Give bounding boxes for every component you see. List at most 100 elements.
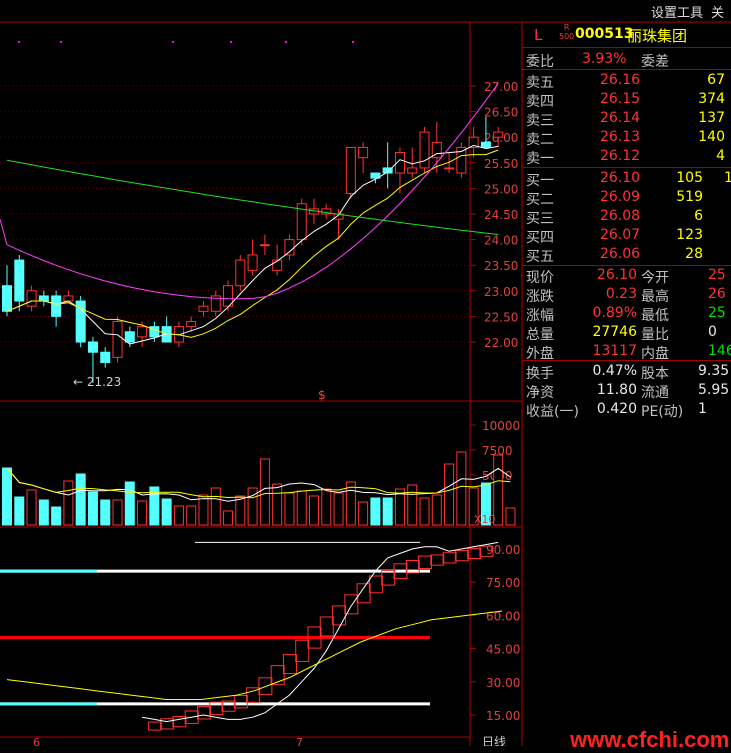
volume-bar <box>51 506 62 526</box>
stat-value: 27746 <box>592 324 637 340</box>
fund-label: 收益(一) <box>526 404 579 420</box>
month-7-label: 7 <box>296 736 303 746</box>
volume-bar <box>14 496 25 526</box>
ask-row[interactable]: 卖四 26.15 374 <box>522 90 731 110</box>
candle-body <box>284 239 295 256</box>
volume-bar <box>345 481 356 526</box>
volume-bar <box>161 498 172 526</box>
stock-code[interactable]: 000513 <box>575 26 633 42</box>
volume-bar <box>198 494 209 526</box>
bid-label: 买一 <box>526 173 554 189</box>
ask-volume: 67 <box>707 72 725 88</box>
candle-body <box>2 285 12 312</box>
indicator-axis-label: 30.00 <box>486 676 520 690</box>
volume-bar <box>87 491 98 526</box>
price-axis-label: 26.50 <box>484 106 518 120</box>
candle-body <box>259 244 270 247</box>
price-axis-label: 22.00 <box>484 336 518 350</box>
indicator-box <box>147 721 162 731</box>
candle-body <box>112 321 123 358</box>
volume-bar <box>100 499 111 526</box>
candle-body <box>100 351 111 363</box>
bid-price: 26.07 <box>600 227 641 243</box>
ask-price: 26.16 <box>600 72 641 88</box>
fund-value-2: 9.35 <box>698 363 730 379</box>
bid-volume: 28 <box>685 246 703 262</box>
period-dot <box>230 41 232 43</box>
ask-volume: 140 <box>698 129 725 145</box>
ask-row[interactable]: 卖五 26.16 67 <box>522 71 731 91</box>
ask-price: 26.12 <box>600 148 641 164</box>
price-axis-label: 23.00 <box>484 285 518 299</box>
bid-row[interactable]: 买二 26.09 519 <box>522 188 731 208</box>
indicator-box <box>430 554 445 566</box>
candle-body <box>419 131 430 169</box>
stat-value: 0.89% <box>592 305 637 321</box>
bid-price: 26.09 <box>600 189 641 205</box>
volume-bar <box>259 458 270 526</box>
settings-tools-menu[interactable]: 设置工具 <box>651 6 703 21</box>
bid-price: 26.06 <box>600 246 641 262</box>
bid-price: 26.08 <box>600 208 641 224</box>
indicator-axis-label: 45.00 <box>486 643 520 657</box>
volume-axis-label: 10000 <box>482 419 520 433</box>
candle-body <box>186 321 197 328</box>
volume-bar <box>419 497 430 526</box>
indicator-axis-label: 90.00 <box>486 543 520 557</box>
price-axis-label: 24.00 <box>484 234 518 248</box>
candle-body <box>358 146 369 159</box>
weibi-label: 委比 <box>526 54 554 70</box>
price-axis-label: 23.50 <box>484 259 518 273</box>
fund-label-2: 流通 <box>641 385 669 401</box>
stat-value-2: 25 <box>708 267 726 283</box>
ask-row[interactable]: 卖一 26.12 4 <box>522 147 731 167</box>
volume-bar <box>309 495 319 526</box>
indicator-box <box>344 594 359 615</box>
close-menu[interactable]: 关 <box>711 6 724 21</box>
indicator-box <box>381 569 396 586</box>
candle-body <box>345 146 356 195</box>
ask-label: 卖一 <box>526 151 554 167</box>
fund-value-2: 1 <box>698 401 707 417</box>
candle-body <box>87 341 98 353</box>
fund-label: 换手 <box>526 366 554 382</box>
bid-extra: 1 <box>724 170 731 186</box>
volume-bar <box>186 505 197 526</box>
volume-unit-label: X10 <box>474 513 496 526</box>
ask-row[interactable]: 卖二 26.13 140 <box>522 128 731 148</box>
stat-row: 外盘 13117 内盘 146 <box>522 342 731 362</box>
bid-volume: 519 <box>676 189 703 205</box>
candle-body <box>235 259 246 287</box>
volume-bar <box>431 494 442 526</box>
indicator-box <box>442 552 457 564</box>
indicator-axis-label: 60.00 <box>486 609 520 623</box>
candle-body <box>480 141 491 148</box>
bid-label: 买三 <box>526 211 554 227</box>
market-label: L <box>534 26 543 44</box>
candle-body <box>63 295 74 302</box>
candle-body <box>198 305 209 312</box>
volume-bar <box>235 495 246 526</box>
indicator-box <box>282 654 297 675</box>
bid-row[interactable]: 买四 26.07 123 <box>522 226 731 246</box>
ask-label: 卖五 <box>526 75 554 91</box>
stat-label-2: 最高 <box>641 289 669 305</box>
ask-row[interactable]: 卖三 26.14 137 <box>522 109 731 129</box>
candle-body <box>444 167 455 170</box>
stat-label: 涨幅 <box>526 308 554 324</box>
quote-panel: L R 500 000513 丽珠集团 委比 3.93% 委差 卖五 26.16 67… <box>522 22 731 746</box>
stock-name[interactable]: 丽珠集团 <box>627 25 687 46</box>
volume-bar <box>444 463 455 526</box>
volume-bar <box>296 490 307 526</box>
bid-row[interactable]: 买一 26.10 105 1 <box>522 169 731 189</box>
volume-bar <box>223 510 234 526</box>
bid-row[interactable]: 买五 26.06 28 <box>522 245 731 265</box>
fund-value: 0.47% <box>592 363 637 379</box>
bid-row[interactable]: 买三 26.08 6 <box>522 207 731 227</box>
fund-label-2: 股本 <box>641 366 669 382</box>
ask-volume: 137 <box>698 110 725 126</box>
candle-body <box>137 326 148 338</box>
period-dot <box>60 41 62 43</box>
indicator-box <box>454 550 469 562</box>
volume-bar <box>333 492 344 526</box>
